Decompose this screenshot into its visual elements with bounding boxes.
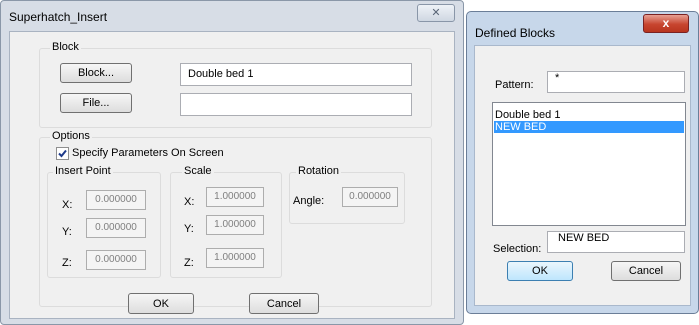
- insert-x-field[interactable]: 0.000000: [86, 190, 146, 210]
- cancel-button[interactable]: Cancel: [611, 261, 681, 281]
- block-group-label: Block: [50, 41, 81, 53]
- insert-x-label: X:: [62, 199, 73, 211]
- insert-y-label: Y:: [62, 226, 72, 238]
- defined-blocks-dialog: Defined Blocks x Pattern: * Double bed 1…: [466, 11, 699, 314]
- close-icon: x: [662, 16, 670, 30]
- insert-z-field[interactable]: 0.000000: [86, 250, 146, 270]
- close-icon: ✕: [431, 7, 441, 19]
- scale-label: Scale: [182, 165, 214, 177]
- selection-field[interactable]: NEW BED: [547, 231, 685, 253]
- specify-parameters-label: Specify Parameters On Screen: [72, 147, 224, 159]
- block-group: [39, 48, 432, 128]
- list-item[interactable]: Double bed 1: [494, 109, 684, 121]
- scale-z-field[interactable]: 1.000000: [206, 248, 264, 268]
- rotation-label: Rotation: [296, 165, 341, 177]
- close-button[interactable]: x: [643, 14, 689, 33]
- scale-z-label: Z:: [184, 257, 194, 269]
- insert-point-label: Insert Point: [53, 165, 113, 177]
- options-group-label: Options: [50, 130, 92, 142]
- angle-label: Angle:: [293, 195, 325, 207]
- angle-field[interactable]: 0.000000: [342, 187, 398, 207]
- dialog-body: Block Block... Double bed 1 File... Opti…: [9, 31, 455, 319]
- pattern-label: Pattern:: [495, 79, 534, 91]
- dialog-body: Pattern: * Double bed 1 NEW BED Selectio…: [474, 45, 691, 306]
- checkmark-icon: [58, 149, 67, 158]
- selection-label: Selection:: [493, 243, 542, 255]
- list-item-selected[interactable]: NEW BED: [494, 121, 684, 133]
- pattern-field[interactable]: *: [547, 71, 685, 93]
- close-button[interactable]: ✕: [417, 4, 455, 22]
- file-button[interactable]: File...: [60, 93, 132, 113]
- block-button[interactable]: Block...: [60, 63, 132, 83]
- specify-parameters-checkbox[interactable]: [56, 147, 69, 160]
- ok-button[interactable]: OK: [128, 293, 194, 314]
- scale-x-label: X:: [184, 196, 195, 208]
- ok-button[interactable]: OK: [507, 261, 573, 281]
- dialog-title: Defined Blocks: [475, 26, 556, 40]
- cancel-button[interactable]: Cancel: [249, 293, 319, 314]
- blocks-listbox[interactable]: Double bed 1 NEW BED: [492, 102, 686, 226]
- block-name-field[interactable]: Double bed 1: [180, 63, 412, 86]
- scale-y-label: Y:: [184, 223, 194, 235]
- insert-z-label: Z:: [62, 257, 72, 269]
- scale-y-field[interactable]: 1.000000: [206, 215, 264, 235]
- insert-y-field[interactable]: 0.000000: [86, 218, 146, 238]
- scale-x-field[interactable]: 1.000000: [206, 187, 264, 207]
- superhatch-insert-dialog: Superhatch_Insert ✕ Block Block... Doubl…: [0, 0, 464, 325]
- dialog-title: Superhatch_Insert: [9, 10, 108, 24]
- file-path-field[interactable]: [180, 93, 412, 116]
